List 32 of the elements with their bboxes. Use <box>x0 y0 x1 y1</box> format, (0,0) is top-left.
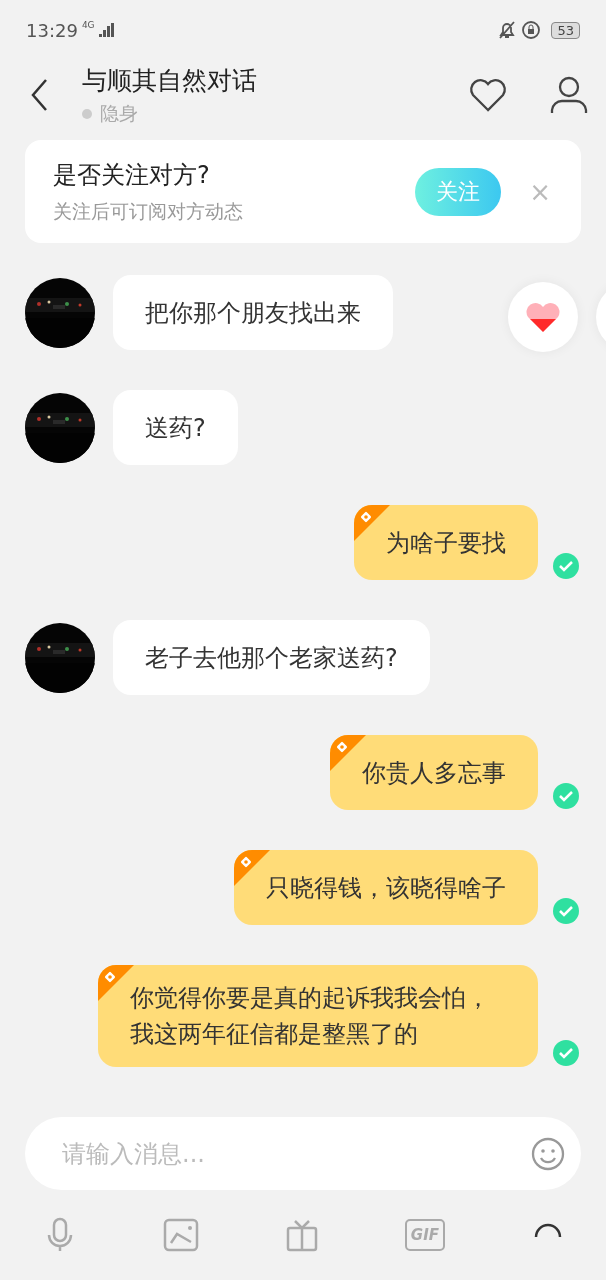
heart-icon <box>468 77 508 113</box>
message-bubble: 你觉得你要是真的起诉我我会怕，我这两年征信都是整黑了的 <box>98 965 538 1067</box>
message-bubble: 把你那个朋友找出来 <box>113 275 393 350</box>
image-icon[interactable] <box>162 1217 199 1253</box>
message-bubble: 为啥子要找 <box>354 505 538 580</box>
heart-icon <box>525 301 561 333</box>
message-bubble: 你贵人多忘事 <box>330 735 538 810</box>
lock-rotation-icon <box>521 20 542 40</box>
presence-status: 隐身 <box>100 100 138 126</box>
status-time: 13:29 <box>26 19 78 41</box>
tag-icon <box>239 855 253 869</box>
battery-level: 53 <box>551 21 580 39</box>
chat-title: 与顺其自然对话 <box>82 64 258 97</box>
message-bubble: 只晓得钱，该晓得啥子 <box>234 850 538 925</box>
tag-icon <box>335 740 349 754</box>
signal-icon <box>98 23 115 37</box>
follow-button[interactable]: 关注 <box>415 167 502 216</box>
bell-off-icon <box>497 20 518 40</box>
follow-hint: 关注后可订阅对方动态 <box>53 198 244 224</box>
message-field[interactable]: 请输入消息... <box>25 1117 581 1190</box>
network-type: 4G <box>81 20 95 30</box>
tag-icon <box>359 510 373 524</box>
emoji-icon <box>531 1136 565 1171</box>
message-bubble: 老子去他那个老家送药? <box>113 620 430 695</box>
follow-prompt: 是否关注对方? <box>53 159 211 191</box>
message-bubble: 送药? <box>113 390 238 465</box>
gif-button[interactable]: GIF <box>404 1219 445 1251</box>
back-icon <box>30 78 50 112</box>
profile-icon <box>550 76 588 114</box>
message-input[interactable]: 请输入消息... <box>60 1138 531 1169</box>
close-button[interactable]: × <box>529 176 551 207</box>
tag-icon <box>103 970 117 984</box>
